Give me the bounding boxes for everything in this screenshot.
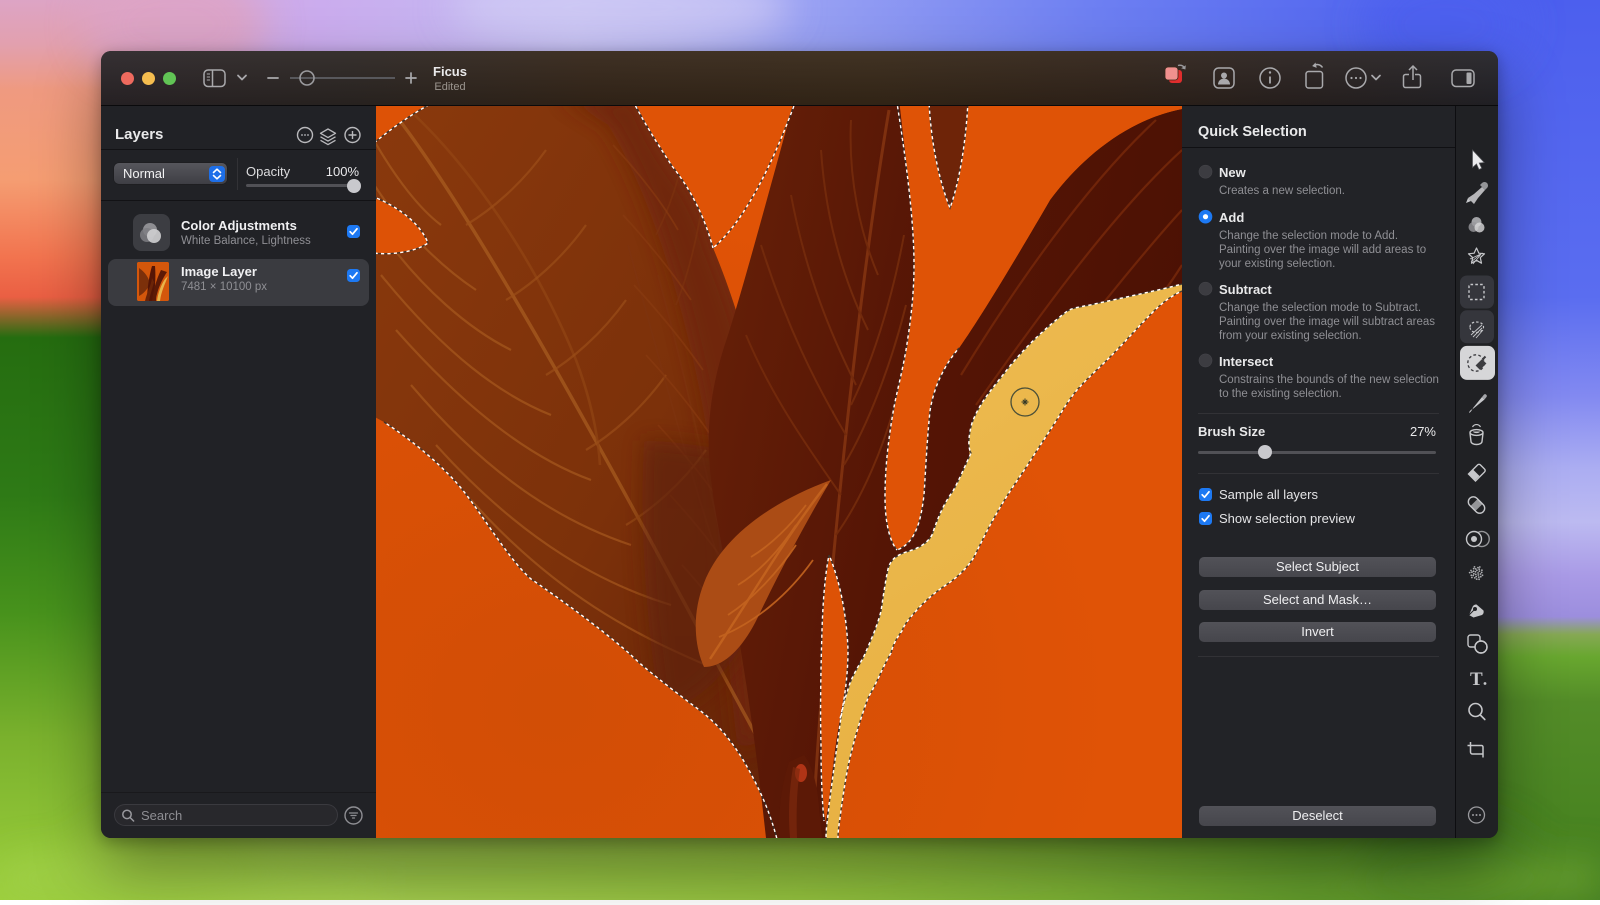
svg-text:T: T — [1470, 669, 1483, 690]
